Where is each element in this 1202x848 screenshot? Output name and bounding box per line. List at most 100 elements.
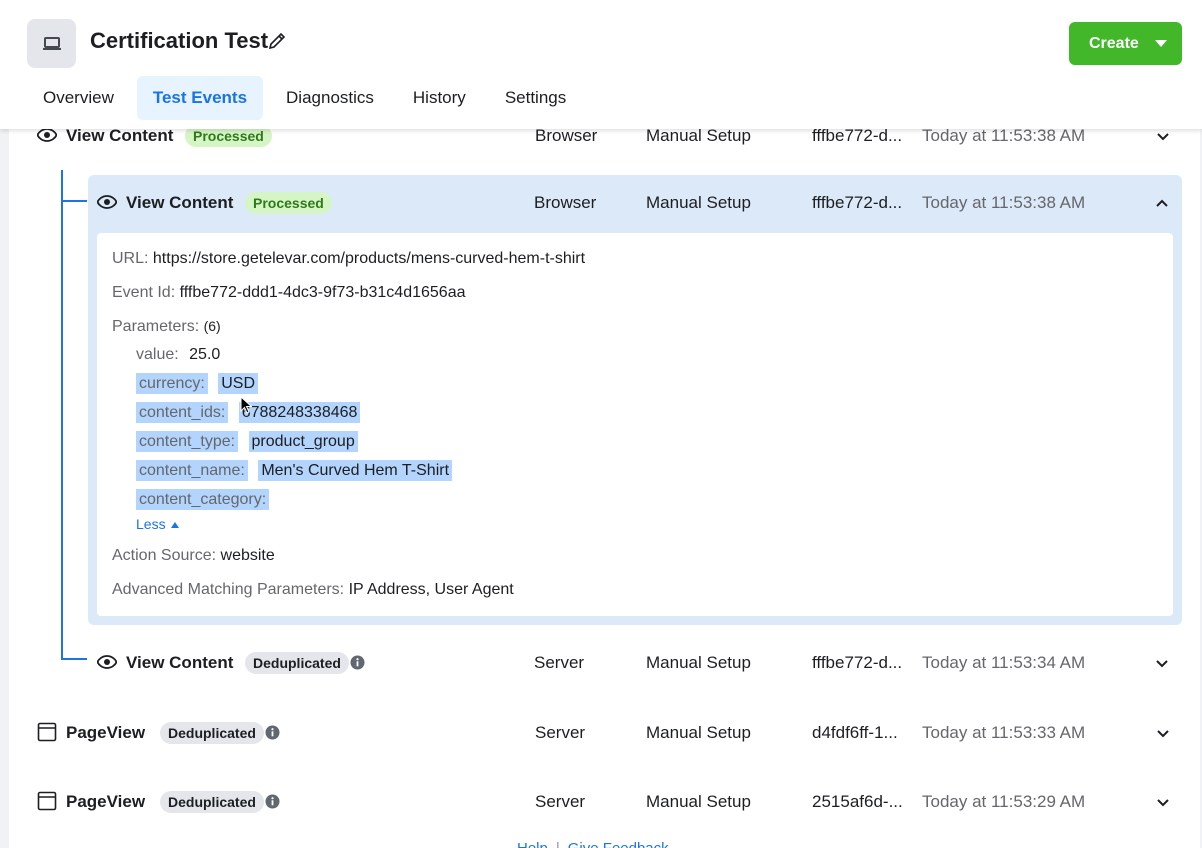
param-key: content_type: — [136, 431, 239, 452]
caret-down-icon — [1155, 40, 1167, 47]
event-time: Today at 11:53:38 AM — [922, 126, 1086, 145]
info-icon[interactable] — [265, 725, 280, 740]
eye-icon — [36, 127, 58, 147]
chevron-down-icon[interactable] — [1155, 128, 1171, 144]
eye-icon — [96, 654, 118, 674]
event-row-expanded[interactable]: View Content Processed Browser Manual Se… — [88, 183, 1182, 223]
param-value: 25.0 — [189, 346, 221, 363]
info-icon[interactable] — [265, 794, 280, 809]
tab-settings[interactable]: Settings — [489, 76, 582, 120]
event-time: Today at 11:53:33 AM — [922, 723, 1086, 742]
event-time: Today at 11:53:29 AM — [922, 792, 1086, 811]
param-value: Men's Curved Hem T-Shirt — [258, 460, 453, 481]
event-name: PageView — [66, 723, 146, 742]
tab-overview[interactable]: Overview — [27, 76, 130, 120]
event-channel: Browser — [534, 193, 597, 212]
footer-links: Help | Give Feedback — [517, 840, 669, 848]
create-button[interactable]: Create — [1069, 22, 1182, 65]
event-name: View Content — [126, 653, 234, 672]
footer-divider: | — [556, 840, 560, 848]
amp-label: Advanced Matching Parameters: — [112, 581, 345, 598]
laptop-icon — [27, 19, 76, 68]
event-setup: Manual Setup — [646, 126, 751, 145]
event-row[interactable]: View Content Deduplicated Server Manual … — [88, 643, 1182, 683]
param-value: USD — [218, 373, 259, 394]
less-link[interactable]: Less — [136, 516, 180, 532]
event-setup: Manual Setup — [646, 653, 751, 672]
page-title: Certification Test — [90, 28, 269, 53]
param-key: value: — [136, 346, 179, 363]
info-icon[interactable] — [350, 655, 365, 670]
event-channel: Browser — [535, 126, 598, 145]
mouse-cursor-icon — [240, 395, 253, 414]
param-value: product_group — [248, 431, 358, 452]
parameter-row: content_name: Men's Curved Hem T-Shirt — [136, 460, 453, 484]
tab-test-events[interactable]: Test Events — [136, 76, 264, 120]
chevron-down-icon[interactable] — [1155, 725, 1171, 741]
less-label: Less — [136, 516, 166, 532]
chevron-down-icon[interactable] — [1155, 794, 1171, 810]
event-name: View Content — [126, 193, 234, 212]
event-time: Today at 11:53:34 AM — [922, 653, 1086, 672]
create-button-label: Create — [1089, 34, 1139, 52]
browser-window-icon — [37, 722, 57, 747]
detail-advanced-matching: Advanced Matching Parameters: IP Address… — [112, 581, 514, 599]
tree-connector — [61, 170, 63, 660]
param-key: content_name: — [136, 460, 248, 481]
amp-value: IP Address, User Agent — [348, 581, 514, 598]
event-id-label: Event Id: — [112, 284, 176, 301]
eye-icon — [96, 194, 118, 214]
pencil-icon[interactable] — [266, 30, 288, 52]
event-channel: Server — [535, 723, 586, 742]
event-id: d4fdf6ff-1... — [812, 723, 898, 742]
tab-history[interactable]: History — [397, 76, 482, 120]
caret-up-icon — [171, 522, 180, 528]
tab-bar: Overview Test Events Diagnostics History… — [27, 76, 589, 120]
chevron-down-icon[interactable] — [1154, 655, 1170, 671]
event-id-value: fffbe772-ddd1-4dc3-9f73-b31c4d1656aa — [179, 284, 466, 301]
event-id: fffbe772-d... — [812, 653, 903, 672]
status-badge: Deduplicated — [160, 791, 264, 813]
detail-action-source: Action Source: website — [112, 547, 275, 565]
param-key: currency: — [136, 373, 208, 394]
status-badge: Deduplicated — [160, 722, 264, 744]
action-source-value: website — [220, 547, 275, 564]
browser-window-icon — [37, 791, 57, 816]
event-name: View Content — [66, 126, 174, 145]
param-key: content_ids: — [136, 402, 229, 423]
parameters-label: Parameters: — [112, 318, 200, 335]
parameter-row: value: 25.0 — [136, 346, 220, 368]
detail-parameters: Parameters: (6) — [112, 318, 221, 336]
event-time: Today at 11:53:38 AM — [922, 193, 1086, 212]
event-row[interactable]: PageView Deduplicated Server Manual Setu… — [9, 782, 1200, 822]
status-badge: Processed — [245, 192, 332, 214]
tree-connector-branch — [61, 200, 87, 202]
parameters-count: (6) — [203, 318, 221, 334]
event-id: fffbe772-d... — [812, 193, 903, 212]
event-channel: Server — [535, 792, 586, 811]
event-name: PageView — [66, 792, 146, 811]
event-channel: Server — [534, 653, 585, 672]
detail-url: URL: https://store.getelevar.com/product… — [112, 250, 585, 268]
parameter-row: content_type: product_group — [136, 431, 358, 455]
detail-event-id: Event Id: fffbe772-ddd1-4dc3-9f73-b31c4d… — [112, 284, 465, 302]
tab-diagnostics[interactable]: Diagnostics — [270, 76, 390, 120]
event-setup: Manual Setup — [646, 723, 751, 742]
give-feedback-link[interactable]: Give Feedback — [568, 840, 669, 848]
help-link[interactable]: Help — [517, 840, 548, 848]
param-key: content_category: — [136, 489, 270, 510]
param-value: 6788248338468 — [238, 402, 361, 423]
event-row[interactable]: PageView Deduplicated Server Manual Setu… — [9, 713, 1200, 753]
status-badge: Deduplicated — [245, 652, 349, 674]
action-source-label: Action Source: — [112, 547, 217, 564]
tree-connector-branch — [61, 658, 87, 660]
event-id: 2515af6d-... — [812, 792, 903, 811]
url-label: URL: — [112, 250, 149, 267]
event-setup: Manual Setup — [646, 792, 751, 811]
parameter-row: content_category: — [136, 489, 275, 513]
event-setup: Manual Setup — [646, 193, 751, 212]
url-value: https://store.getelevar.com/products/men… — [152, 250, 586, 267]
page-header: Certification Test Create Overview Test … — [0, 0, 1202, 129]
chevron-up-icon[interactable] — [1154, 195, 1170, 211]
parameter-row: currency: USD — [136, 373, 259, 397]
